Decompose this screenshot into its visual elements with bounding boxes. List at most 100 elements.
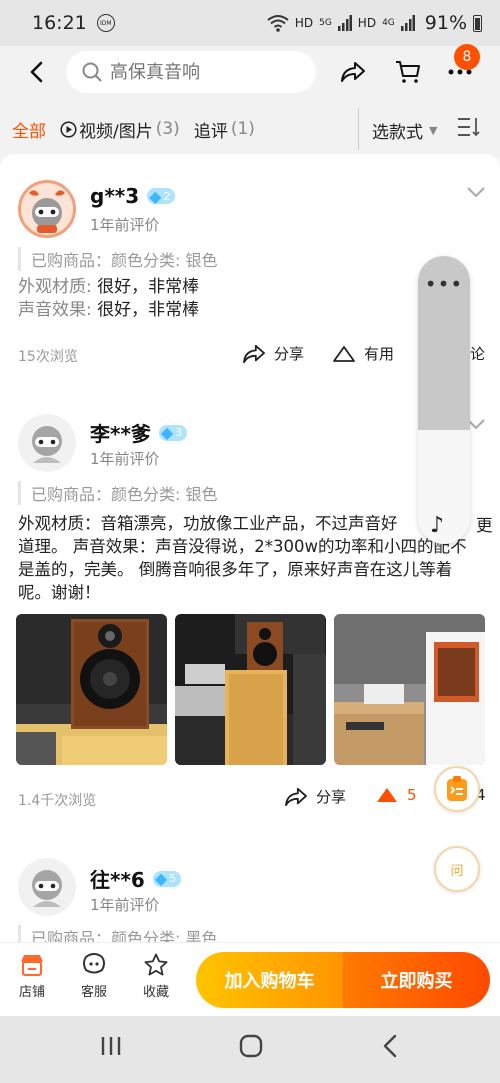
favorite-label: 收藏 [142,985,169,1000]
view-count: 1.4千次浏览 [18,793,97,809]
username-text: 李**爹 [90,422,151,446]
comment-label: 论 [470,345,486,363]
message-badge: 8 [454,44,480,70]
share-icon [285,787,307,806]
system-nav-bar [0,1016,500,1083]
cart-button[interactable] [388,52,428,92]
member-level-badge: ◆ 2 [147,186,176,206]
review-filters: 全部 视频/图片 (3) 追评 (1) 选款式 ▼ [0,104,500,154]
avatar[interactable] [18,414,76,472]
diamond-icon: ◆ [154,869,168,888]
filter-divider [358,108,359,150]
username-text: g**3 [90,184,140,208]
floating-assistant-panel[interactable]: ••• ♪ [418,256,470,544]
review-photos [16,614,485,765]
music-note-icon[interactable]: ♪ [430,513,444,538]
filter-followup-count: (1) [230,119,255,139]
status-bar: 16:21 IDM HD 5G HD 4G 91% [0,0,500,46]
style-select-label: 选款式 [372,123,423,143]
review-photo-3[interactable] [334,614,485,765]
review-text-line1: 外观材质：音箱漂亮，功放像工业产品，不过声音好 [18,514,398,533]
list-icon [458,118,480,137]
default-avatar-icon [32,870,62,907]
review-value: 很好，非常棒 [97,277,200,297]
style-select[interactable]: 选款式 ▼ [372,118,437,143]
triangle-up-icon [333,345,355,362]
clock: 16:21 [32,12,87,34]
member-level-badge: ◆ 5 [152,869,182,888]
share-icon [243,344,265,363]
clipboard-button[interactable] [434,766,480,812]
useful-action[interactable]: 有用 [332,343,394,364]
more-button[interactable]: 8 [440,44,480,92]
username-text: 往**6 [90,868,145,892]
search-box[interactable] [66,51,316,93]
wifi-icon [267,15,289,32]
share-label: 分享 [274,345,305,363]
ask-icon: 问 [450,863,464,879]
clipboard-icon [447,776,467,801]
review-time: 1年前评价 [90,896,160,914]
username: 往**6 ◆ 5 [90,864,182,893]
like-action[interactable]: 5 [375,786,417,804]
speaker-photo-2 [175,614,326,765]
review-text: 外观材质: 很好，非常棒 声音效果: 很好，非常棒 [18,276,482,322]
network-gen-1: 5G [319,18,332,28]
review-text-edge: 更 [476,516,493,535]
more-dots-icon[interactable]: ••• [418,272,470,296]
play-circle-icon [60,120,77,138]
store-tab[interactable]: 店铺 [4,953,60,1000]
back-button[interactable] [16,52,56,92]
search-icon [82,62,102,82]
filter-media[interactable]: 视频/图片 (3) [60,117,180,142]
default-avatar-icon [32,426,62,463]
diamond-icon: ◆ [160,423,174,442]
lobster-avatar-icon [29,190,65,233]
review-photo-2[interactable] [175,614,326,765]
battery-icon [473,14,482,32]
ask-button[interactable]: 问 [434,846,480,892]
recent-apps-icon[interactable] [100,1034,122,1058]
add-to-cart-button[interactable]: 加入购物车 [196,952,343,1008]
share-button[interactable] [333,52,373,92]
chevron-down-icon[interactable] [466,186,486,198]
store-label: 店铺 [18,985,45,1000]
review-text-rest: 道理。 声音效果：声音没得说，2*300w的功率和小四的配不是盖的，完美。 倒腾… [18,537,467,602]
review-text: 外观材质：音箱漂亮，功放像工业产品，不过声音好 道理。 声音效果：声音没得说，2… [18,512,482,604]
network-gen-2: 4G [382,18,395,28]
list-sort-button[interactable] [456,116,480,143]
home-icon[interactable] [239,1034,263,1058]
avatar[interactable] [18,858,76,916]
username: g**3 ◆ 2 [90,184,176,208]
id-badge-icon: IDM [96,14,115,32]
share-action[interactable]: 分享 [284,786,346,807]
speaker-box-photo-3 [334,614,485,765]
comment-action[interactable]: 论 [470,343,485,364]
buy-now-button[interactable]: 立即购买 [343,952,490,1008]
member-level: 3 [175,426,183,439]
purchased-item: 已购商品：颜色分类: 银色 [18,481,217,505]
like-count: 5 [407,786,417,804]
diamond-icon: ◆ [149,186,162,206]
back-nav-icon[interactable] [382,1034,398,1058]
filter-media-count: (3) [155,119,180,139]
share-action[interactable]: 分享 [242,343,304,364]
bottom-action-bar: 店铺 客服 收藏 加入购物车 立即购买 [0,942,500,1016]
purchased-item: 已购商品：颜色分类: 黑色 [18,925,217,942]
network-label-1: HD [294,16,314,30]
filter-all[interactable]: 全部 [12,117,46,142]
member-level-badge: ◆ 3 [158,423,188,442]
review-time: 1年前评价 [90,216,160,234]
service-tab[interactable]: 客服 [66,953,122,1000]
review-photo-1[interactable] [16,614,167,765]
search-input[interactable] [110,61,290,83]
favorite-tab[interactable]: 收藏 [128,953,184,1000]
avatar[interactable] [18,180,76,238]
customer-service-icon [83,953,105,974]
useful-label: 有用 [364,345,395,363]
filter-followup[interactable]: 追评 (1) [194,117,255,142]
member-level: 2 [163,189,171,203]
review-key: 外观材质: [18,277,98,297]
service-label: 客服 [80,985,107,1000]
star-icon [144,953,168,976]
